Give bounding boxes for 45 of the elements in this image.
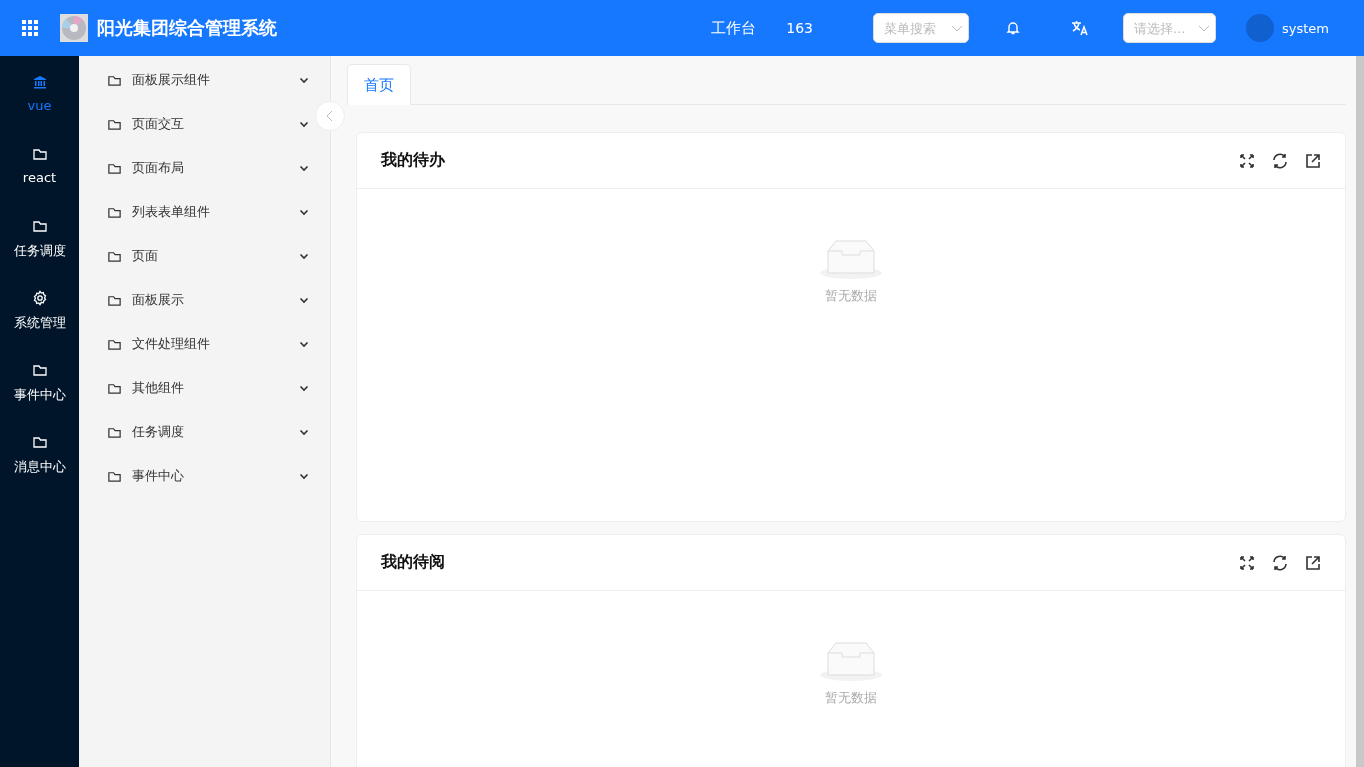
external-link-icon[interactable]	[1305, 152, 1321, 169]
user-name[interactable]: system	[1282, 20, 1329, 36]
translate-icon[interactable]	[1071, 20, 1089, 36]
submenu-item[interactable]: 页面布局	[79, 146, 313, 190]
fullscreen-icon[interactable]	[1239, 554, 1255, 571]
external-link-icon[interactable]	[1305, 554, 1321, 571]
count-text: 163	[786, 20, 813, 36]
panel-title: 我的待办	[381, 150, 446, 171]
apps-icon[interactable]	[22, 20, 38, 36]
submenu-item[interactable]: 页面交互	[79, 102, 313, 146]
empty-inbox-icon	[819, 641, 883, 683]
submenu-item[interactable]: 其他组件	[79, 366, 313, 410]
folder-icon	[31, 434, 48, 450]
submenu-item[interactable]: 面板展示组件	[79, 58, 313, 102]
submenu-item[interactable]: 文件处理组件	[79, 322, 313, 366]
language-select[interactable]: 请选择...	[1123, 13, 1216, 43]
rail-item[interactable]: react	[0, 140, 79, 212]
rail-item[interactable]: 消息中心	[0, 428, 79, 500]
empty-text: 暂无数据	[825, 287, 877, 305]
refresh-icon[interactable]	[1271, 553, 1289, 572]
bell-icon[interactable]	[1005, 20, 1021, 36]
submenu-item[interactable]: 面板展示	[79, 278, 313, 322]
fullscreen-icon[interactable]	[1239, 152, 1255, 169]
panel-title: 我的待阅	[381, 552, 446, 573]
empty-inbox-icon	[819, 239, 883, 281]
refresh-icon[interactable]	[1271, 151, 1289, 170]
submenu-item[interactable]: 页面	[79, 234, 313, 278]
rail-item[interactable]: 任务调度	[0, 212, 79, 284]
rail-item[interactable]: 系统管理	[0, 284, 79, 356]
rail-item[interactable]: vue	[0, 68, 79, 140]
submenu-item[interactable]: 列表表单组件	[79, 190, 313, 234]
folder-icon	[31, 218, 48, 234]
rail-item[interactable]: 事件中心	[0, 356, 79, 428]
folder-icon	[31, 362, 48, 378]
empty-text: 暂无数据	[825, 689, 877, 707]
app-title: 阳光集团综合管理系统	[97, 16, 277, 40]
submenu-item[interactable]: 事件中心	[79, 454, 313, 498]
folder-icon	[31, 146, 48, 162]
settings-icon	[31, 290, 48, 306]
bank-icon	[31, 74, 48, 90]
submenu-item[interactable]: 任务调度	[79, 410, 313, 454]
page-tab[interactable]: 首页	[347, 64, 411, 105]
menu-search-field[interactable]: 菜单搜索	[873, 13, 969, 43]
disc-logo	[60, 14, 88, 42]
workbench-link[interactable]: 工作台	[711, 18, 757, 38]
